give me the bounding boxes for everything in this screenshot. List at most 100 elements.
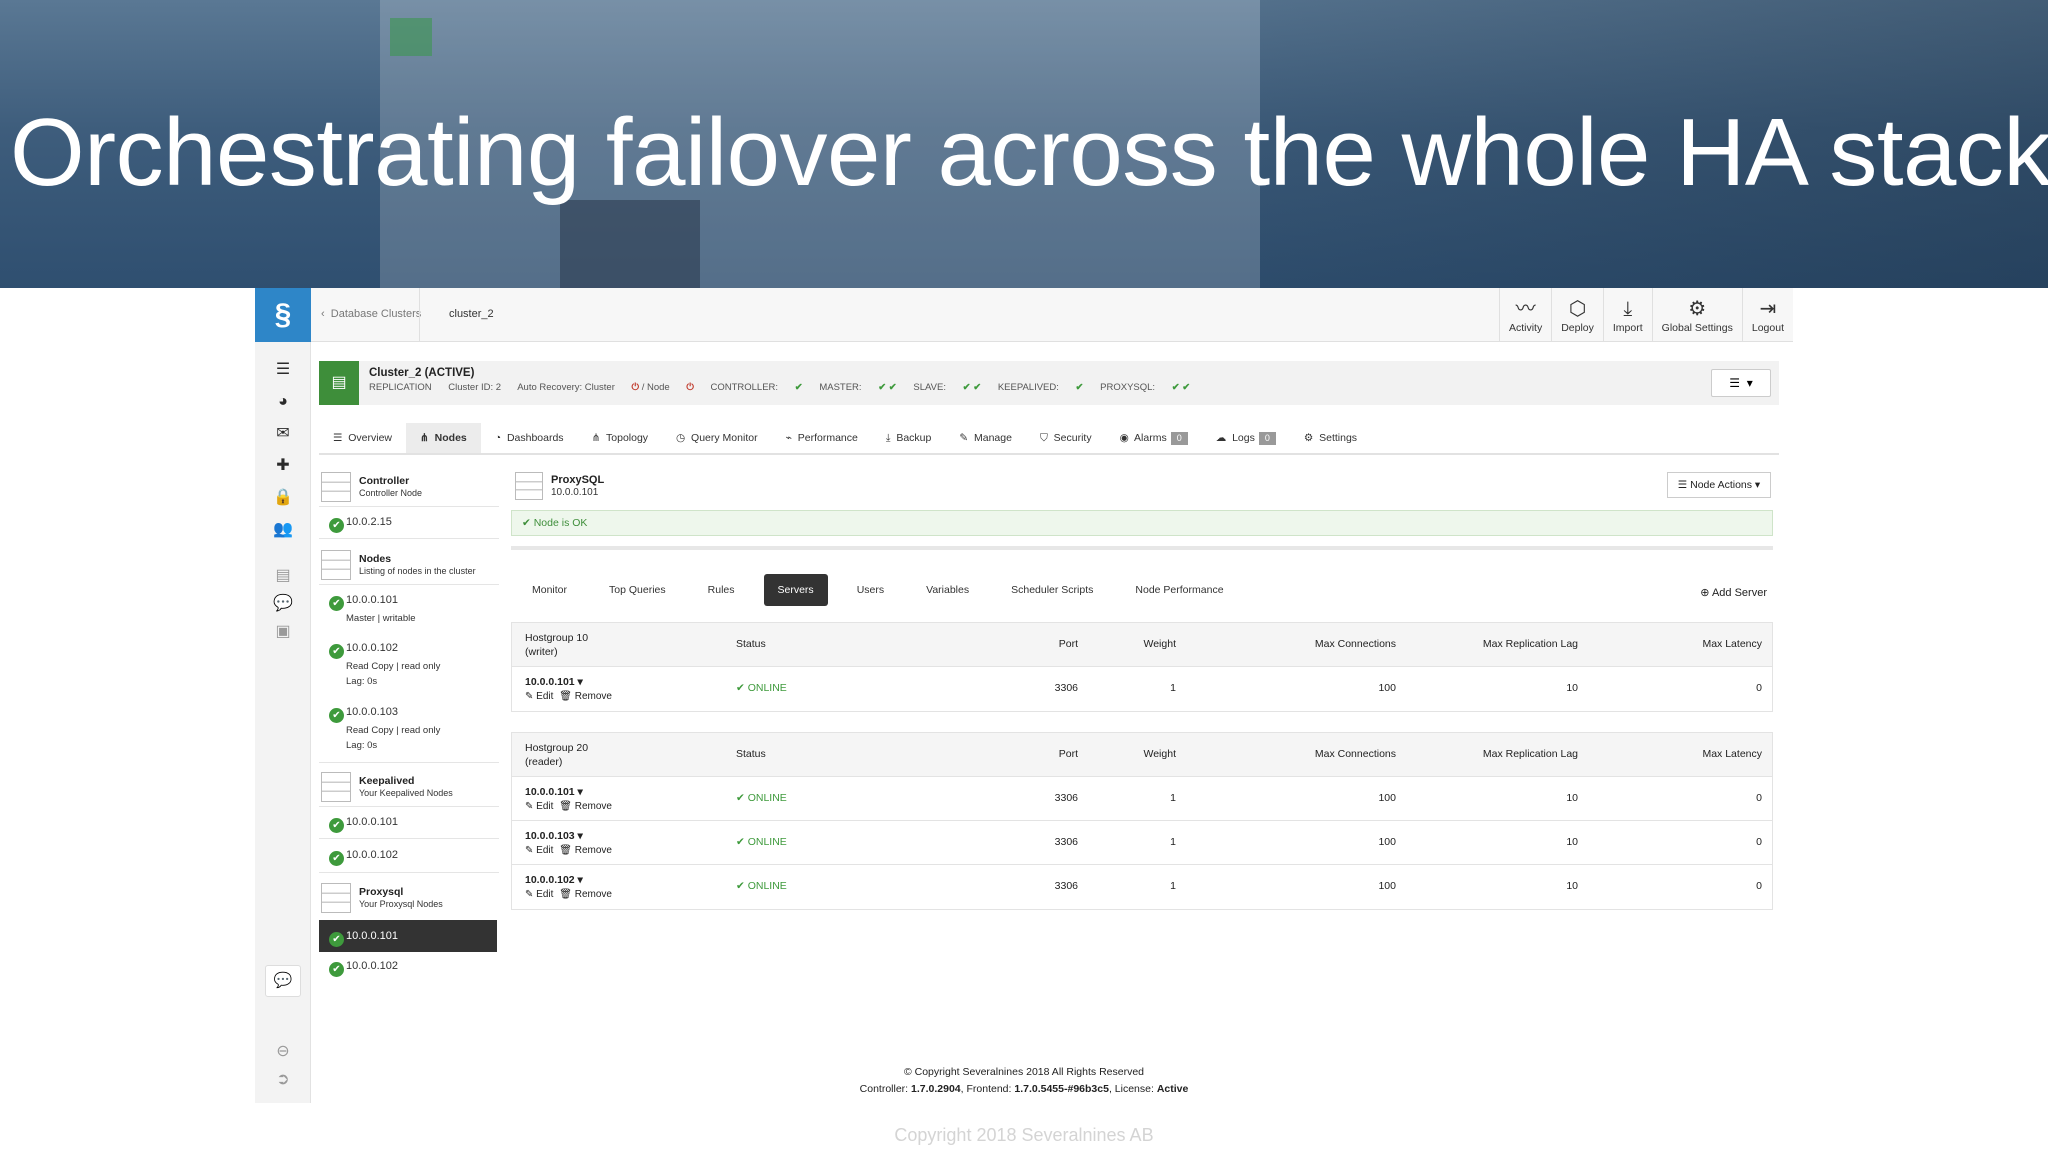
subtab-variables[interactable]: Variables [905, 574, 990, 606]
footer: © Copyright Severalnines 2018 All Rights… [255, 1064, 1793, 1098]
subtab-top-queries[interactable]: Top Queries [588, 574, 687, 606]
edit-button[interactable]: ✎ Edit [525, 845, 553, 856]
subtab-servers[interactable]: Servers [763, 574, 828, 606]
import-button[interactable]: ⤓ Import [1602, 288, 1652, 342]
list-item[interactable]: ✔ 10.0.0.102 Read Copy | read only Lag: 0s [319, 642, 497, 689]
edit-button[interactable]: ✎ Edit [525, 801, 553, 812]
banner-background-tooltip [560, 200, 700, 288]
tab-alarms[interactable]: ◉ Alarms 0 [1106, 423, 1202, 453]
cluster-menu-button[interactable]: ☰ ▾ [1711, 369, 1771, 397]
list-item[interactable]: ✔ 10.0.2.15 [319, 516, 497, 533]
add-server-button[interactable]: ⊕ Add Server [1700, 586, 1767, 599]
remove-button[interactable]: 🗑 Remove [559, 889, 612, 900]
watermark: Copyright 2018 Severalnines AB [894, 1125, 1154, 1145]
server-ip-dropdown[interactable]: 10.0.0.101 ▾ [525, 676, 583, 688]
banner-background-badge [390, 18, 432, 56]
check-icon: ✔ [794, 382, 803, 393]
group-subtitle: Listing of nodes in the cluster [359, 566, 476, 576]
chat-button[interactable]: 💬 [265, 965, 301, 997]
tab-settings[interactable]: ⚙ Settings [1290, 423, 1371, 453]
auto-recovery: Auto Recovery: Cluster ⏻ / Node ⏻ [517, 382, 694, 393]
list-item[interactable]: ✔ 10.0.0.103 Read Copy | read only Lag: 0s [319, 706, 497, 753]
users-icon[interactable]: 👥 [273, 520, 293, 540]
server-ip-dropdown[interactable]: 10.0.0.103 ▾ [525, 830, 583, 842]
toggle-icon[interactable]: ⊖ [273, 1042, 293, 1062]
book-icon[interactable]: ▤ [273, 566, 293, 586]
tab-dashboards[interactable]: ◔ Dashboards [481, 423, 578, 453]
server-ip: 10.0.0.102 [525, 874, 575, 886]
deploy-icon: ⬡ [1568, 298, 1587, 320]
tab-manage[interactable]: ✎ Manage [945, 423, 1026, 453]
subtab-users[interactable]: Users [836, 574, 905, 606]
tab-backup[interactable]: ⤓ Backup [872, 423, 946, 453]
cluster-tabs: ☰ Overview ⋔ Nodes ◔ Dashboards ⋔ Topolo… [319, 423, 1779, 455]
clusters-icon[interactable]: ☰ [273, 360, 293, 380]
check-icon: ✔ [329, 644, 344, 659]
logout-button[interactable]: ⇥ Logout [1741, 288, 1793, 342]
remove-button[interactable]: 🗑 Remove [559, 845, 612, 856]
node-recovery-off-icon[interactable]: ⏻ [686, 382, 694, 393]
deploy-button[interactable]: ⬡ Deploy [1551, 288, 1603, 342]
gift-icon[interactable]: ▣ [273, 622, 293, 642]
list-item[interactable]: ✔ 10.0.0.101 [319, 816, 497, 833]
edit-button[interactable]: ✎ Edit [525, 691, 553, 702]
tab-nodes[interactable]: ⋔ Nodes [406, 423, 481, 453]
auto-recovery-label: Auto Recovery: Cluster [517, 382, 615, 393]
keepalived-status: KEEPALIVED: ✔ [998, 382, 1084, 393]
remove-button[interactable]: 🗑 Remove [559, 691, 612, 702]
import-label: Import [1612, 322, 1643, 334]
activity-button[interactable]: 〰 Activity [1498, 288, 1551, 342]
breadcrumb-back[interactable]: ‹ Database Clusters [321, 308, 421, 320]
remove-button[interactable]: 🗑 Remove [559, 801, 612, 812]
max-replication-lag-cell: 10 [1566, 792, 1578, 804]
tab-topology[interactable]: ⋔ Topology [578, 423, 662, 453]
max-latency-cell: 0 [1756, 792, 1762, 804]
cluster-recovery-off-icon[interactable]: ⏻ [632, 382, 640, 393]
tab-overview[interactable]: ☰ Overview [319, 423, 406, 453]
list-item[interactable]: ✔ 10.0.0.101 Master | writable [319, 594, 497, 626]
tab-query-monitor[interactable]: ◷ Query Monitor [662, 423, 772, 453]
list-item[interactable]: ✔ 10.0.0.102 [319, 849, 497, 866]
divider [319, 762, 499, 763]
comment-icon[interactable]: 💬 [273, 594, 293, 614]
server-icon [515, 472, 543, 500]
check-icon: ✔ [329, 932, 344, 947]
controller-status-label: CONTROLLER: [710, 382, 779, 393]
lock-icon[interactable]: 🔒 [273, 488, 293, 508]
check-icon: ✔ [329, 596, 344, 611]
tab-logs[interactable]: ☁ Logs 0 [1202, 423, 1290, 453]
col-weight: Weight [1143, 748, 1177, 760]
pie-chart-icon[interactable]: ◕ [273, 392, 293, 412]
frontend-version: 1.7.0.5455-#96b3c5 [1014, 1083, 1109, 1095]
node-actions-button[interactable]: ☰ Node Actions ▾ [1667, 472, 1771, 498]
remove-label: Remove [574, 889, 612, 900]
cluster-header: ▤ Cluster_2 (ACTIVE) REPLICATION Cluster… [319, 361, 1779, 405]
subtab-node-performance[interactable]: Node Performance [1114, 574, 1244, 606]
subtab-rules[interactable]: Rules [687, 574, 756, 606]
subtab-scheduler-scripts[interactable]: Scheduler Scripts [990, 574, 1114, 606]
cluster-name: Cluster_2 (ACTIVE) [369, 367, 475, 379]
server-icon [321, 883, 351, 913]
server-ip-dropdown[interactable]: 10.0.0.101 ▾ [525, 786, 583, 798]
table-header: Hostgroup 20 (reader) Status Port Weight … [512, 733, 1772, 777]
port-cell: 3306 [1054, 682, 1078, 694]
list-item[interactable]: ✔ 10.0.0.102 [319, 960, 497, 977]
max-connections-cell: 100 [1378, 836, 1396, 848]
gears-icon: ⚙ [1688, 298, 1707, 320]
puzzle-icon[interactable]: ✚ [273, 456, 293, 476]
subtab-monitor[interactable]: Monitor [511, 574, 588, 606]
list-item-selected[interactable]: ✔ 10.0.0.101 [319, 920, 497, 952]
edit-button[interactable]: ✎ Edit [525, 889, 553, 900]
tab-security[interactable]: ⛉ Security [1026, 423, 1106, 453]
node-title: ProxySQL [551, 474, 605, 486]
divider [319, 838, 499, 839]
proxysql-status: PROXYSQL: ✔ ✔ [1100, 382, 1190, 393]
node-ip: 10.0.0.101 [346, 930, 398, 942]
server-ip-dropdown[interactable]: 10.0.0.102 ▾ [525, 874, 583, 886]
logo-icon[interactable]: § [255, 288, 311, 342]
max-latency-cell: 0 [1756, 836, 1762, 848]
mail-icon[interactable]: ✉ [273, 424, 293, 444]
global-settings-button[interactable]: ⚙ Global Settings [1651, 288, 1742, 342]
tab-nodes-label: Nodes [434, 432, 467, 444]
tab-performance[interactable]: ⌁ Performance [772, 423, 872, 453]
